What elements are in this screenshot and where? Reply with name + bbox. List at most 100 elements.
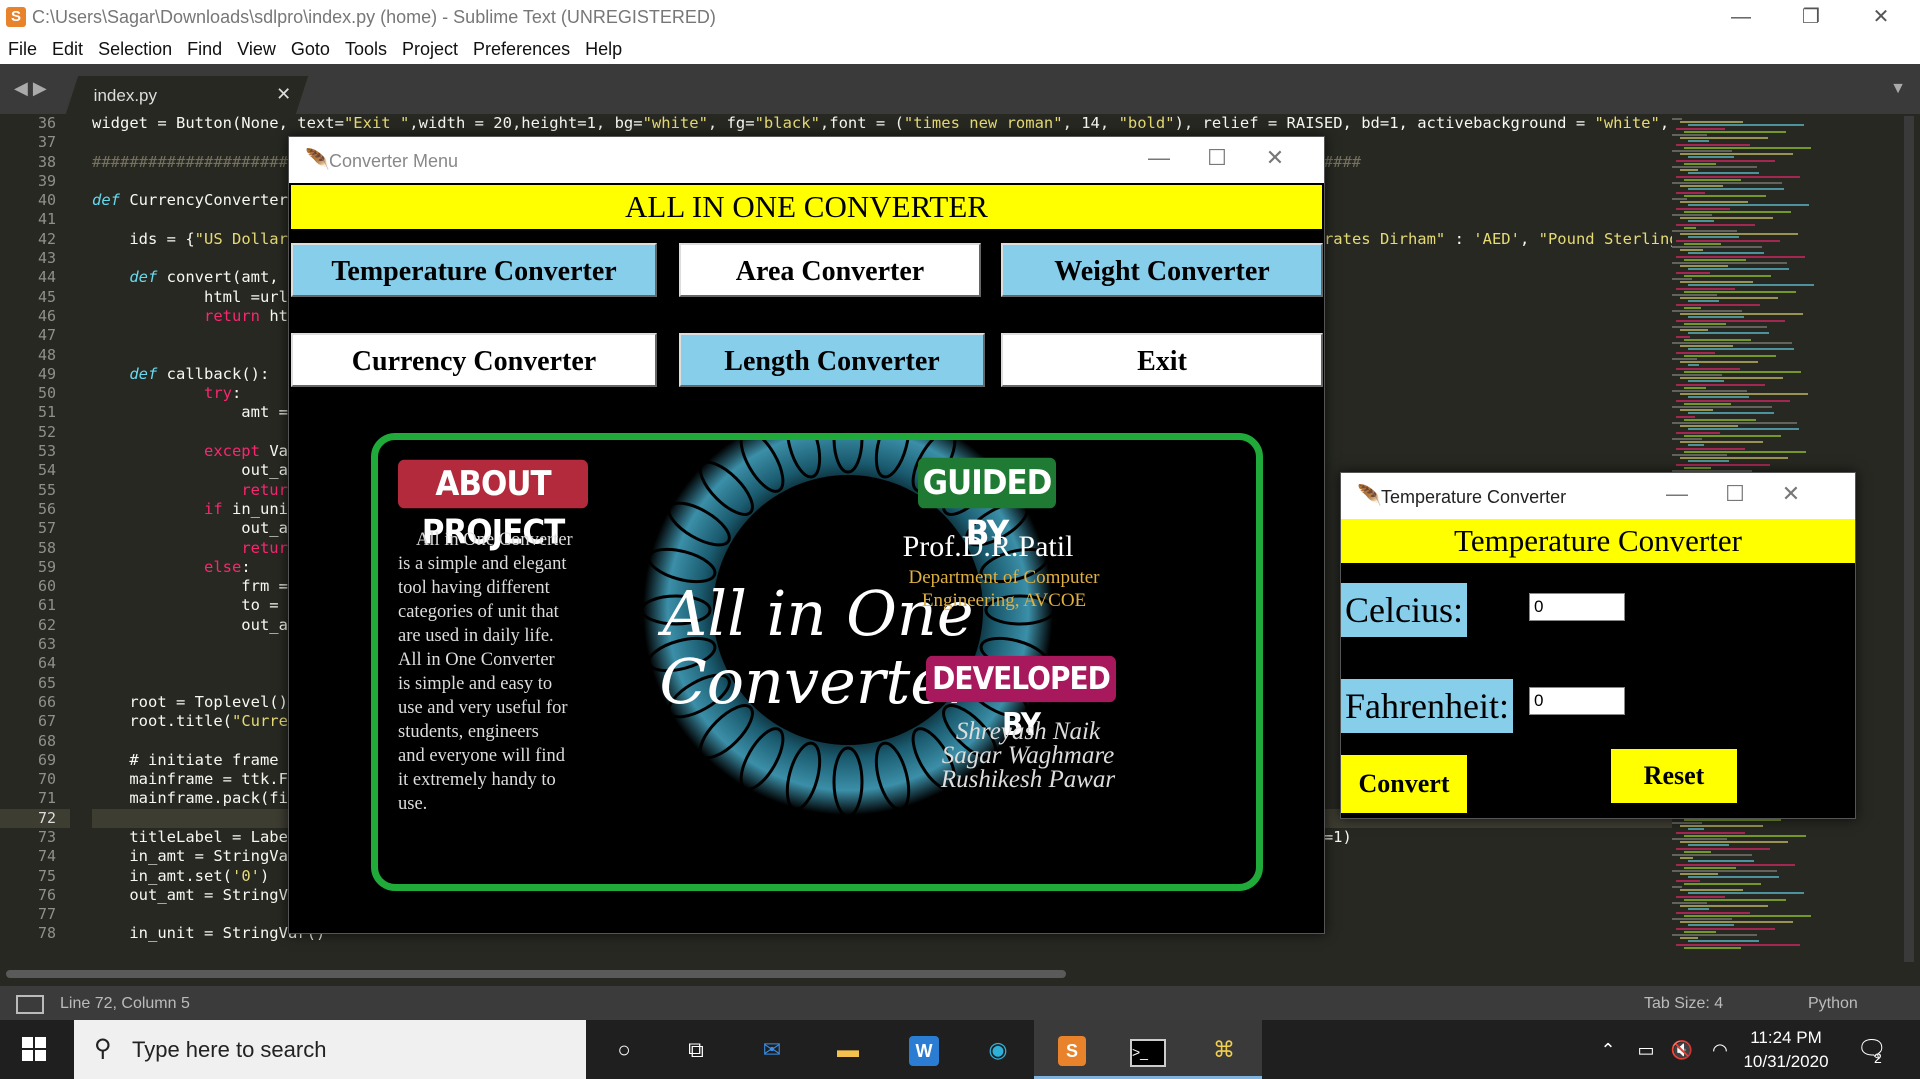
minimap-line	[1672, 374, 1722, 376]
terminal-icon[interactable]: >_	[1128, 1030, 1168, 1070]
tab-size[interactable]: Tab Size: 4	[1644, 995, 1723, 1013]
minimap-line	[1672, 854, 1752, 856]
word-app-icon[interactable]: W	[904, 1030, 944, 1070]
about-project-tag: ABOUT PROJECT	[398, 459, 588, 552]
cursor-position[interactable]: Line 72, Column 5	[60, 995, 190, 1013]
notification-center-icon[interactable]: 🗨	[1852, 1030, 1892, 1070]
minimap-line	[1680, 185, 1723, 188]
task-view-icon[interactable]: ⧉	[676, 1030, 716, 1070]
temperature-converter-button[interactable]: Temperature Converter	[291, 243, 657, 297]
temp-minimize-button[interactable]: —	[1647, 481, 1707, 507]
cortana-icon[interactable]: ○	[604, 1030, 644, 1070]
tab-nav-arrows-icon[interactable]: ◀ ▶	[14, 78, 47, 99]
minimap-line	[1672, 438, 1702, 440]
taskbar: ⚲ Type here to search ○ ⧉ ✉ ▬ W ◉ S >_ ⌘…	[0, 1020, 1920, 1079]
about-line: students, engineers	[398, 722, 539, 742]
sublime-title-bar: S C:\Users\Sagar\Downloads\sdlpro\index.…	[0, 0, 1920, 34]
vertical-scrollbar[interactable]	[1904, 116, 1914, 962]
convert-button[interactable]: Convert	[1341, 755, 1467, 813]
taskbar-clock[interactable]: 11:24 PM 10/31/2020	[1736, 1026, 1836, 1074]
line-number: 44	[37, 268, 56, 287]
restore-button[interactable]: ❐	[1778, 0, 1844, 34]
temp-titlebar: 🪶 Temperature Converter — ☐ ✕	[1341, 473, 1855, 519]
minimap-line	[1688, 412, 1774, 415]
tab-dropdown-icon[interactable]: ▼	[1890, 80, 1906, 98]
weight-converter-button[interactable]: Weight Converter	[1001, 243, 1323, 297]
about-line: it extremely handy to	[398, 770, 556, 790]
battery-icon[interactable]: ▭	[1626, 1030, 1666, 1070]
minimap-line	[1680, 297, 1778, 300]
minimap-line	[1672, 182, 1782, 184]
edge-browser-icon[interactable]: ◉	[978, 1030, 1018, 1070]
file-explorer-icon[interactable]: ▬	[828, 1030, 868, 1070]
about-project-text: All in One Converter is a simple and eleg…	[398, 528, 578, 816]
temp-maximize-button[interactable]: ☐	[1705, 481, 1765, 507]
menu-selection[interactable]: Selection	[98, 34, 172, 64]
menu-view[interactable]: View	[237, 34, 276, 64]
minimap-line	[1688, 236, 1739, 239]
menu-tools[interactable]: Tools	[345, 34, 387, 64]
menu-file[interactable]: File	[8, 34, 37, 64]
celcius-input[interactable]: 0	[1529, 593, 1625, 621]
taskbar-search-box[interactable]: ⚲ Type here to search	[74, 1020, 586, 1079]
line-number: 49	[37, 364, 56, 383]
menu-maximize-button[interactable]: ☐	[1187, 145, 1247, 171]
minimap-line	[1676, 447, 1745, 450]
length-converter-button[interactable]: Length Converter	[679, 333, 985, 387]
fahrenheit-input[interactable]: 0	[1529, 687, 1625, 715]
minimap-line	[1676, 159, 1775, 162]
panel-toggle-icon[interactable]	[16, 995, 44, 1014]
temp-close-button[interactable]: ✕	[1761, 481, 1821, 507]
minimize-button[interactable]: —	[1708, 0, 1774, 34]
minimap-line	[1684, 338, 1751, 341]
menu-goto[interactable]: Goto	[291, 34, 330, 64]
show-hidden-icons-icon[interactable]: ⌃	[1588, 1030, 1628, 1070]
currency-converter-button[interactable]: Currency Converter	[291, 333, 657, 387]
mail-icon[interactable]: ✉	[752, 1030, 792, 1070]
tab-close-icon[interactable]: ✕	[276, 84, 291, 105]
minimap-line	[1676, 831, 1745, 834]
minimap-line	[1680, 233, 1798, 236]
minimap-line	[1688, 460, 1729, 463]
line-number: 64	[37, 654, 56, 673]
converter-menu-window: 🪶 Converter Menu — ☐ ✕ ALL IN ONE CONVER…	[288, 136, 1325, 934]
about-line: All in One Converter	[398, 650, 555, 670]
minimap-line	[1672, 326, 1767, 328]
minimap-line	[1676, 303, 1760, 306]
close-button[interactable]: ✕	[1848, 0, 1914, 34]
tk-feather-icon: 🪶	[305, 149, 330, 171]
menu-preferences[interactable]: Preferences	[473, 34, 570, 64]
menu-minimize-button[interactable]: —	[1129, 145, 1189, 171]
minimap-line	[1676, 127, 1725, 130]
exit-button[interactable]: Exit	[1001, 333, 1323, 387]
minimap-line	[1672, 390, 1747, 392]
volume-muted-icon[interactable]: 🔇	[1662, 1030, 1702, 1070]
converter-banner: ALL IN ONE CONVERTER	[291, 185, 1322, 229]
horizontal-scrollbar[interactable]	[6, 970, 1066, 978]
wifi-icon[interactable]: ◠	[1700, 1030, 1740, 1070]
menu-close-button[interactable]: ✕	[1245, 145, 1305, 171]
menu-find[interactable]: Find	[187, 34, 222, 64]
line-number: 75	[37, 866, 56, 885]
windows-start-icon[interactable]	[22, 1037, 46, 1061]
tab-label: index.py	[93, 86, 158, 105]
menu-project[interactable]: Project	[402, 34, 458, 64]
minimap-line	[1688, 140, 1709, 143]
minimap-line	[1672, 454, 1727, 456]
minimap-line	[1684, 466, 1711, 469]
menu-help[interactable]: Help	[585, 34, 622, 64]
minimap-line	[1680, 361, 1758, 364]
tab-index-py[interactable]: index.py ✕	[65, 76, 309, 114]
minimap-line	[1672, 230, 1737, 232]
minimap-line	[1680, 137, 1768, 140]
area-converter-button[interactable]: Area Converter	[679, 243, 981, 297]
python-icon[interactable]: ⌘	[1204, 1030, 1244, 1070]
line-number: 61	[37, 596, 56, 615]
sublime-text-icon[interactable]: S	[1052, 1030, 1092, 1070]
minimap-line	[1688, 940, 1759, 943]
reset-button[interactable]: Reset	[1611, 749, 1737, 803]
minimap-line	[1684, 418, 1756, 421]
syntax-language[interactable]: Python	[1808, 995, 1858, 1013]
menu-edit[interactable]: Edit	[52, 34, 83, 64]
line-number: 45	[37, 287, 56, 306]
